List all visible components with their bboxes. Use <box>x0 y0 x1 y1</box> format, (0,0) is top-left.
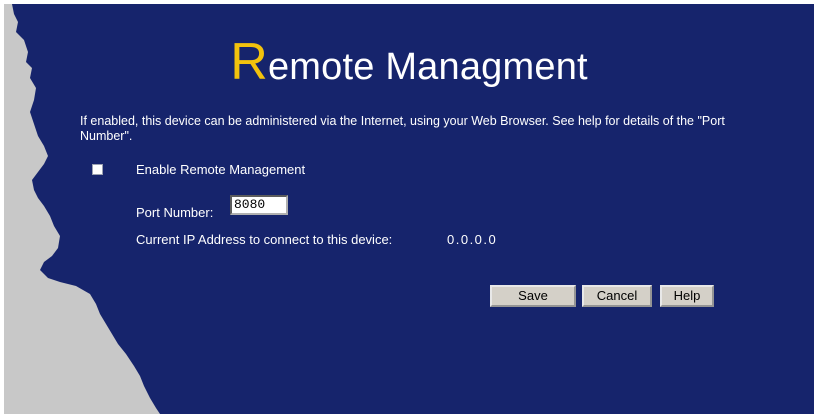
current-ip-value: 0.0.0.0 <box>447 232 498 247</box>
port-number-label: Port Number: <box>136 205 214 220</box>
current-ip-label: Current IP Address to connect to this de… <box>136 232 393 247</box>
save-button[interactable]: Save <box>490 285 576 307</box>
description-text: If enabled, this device can be administe… <box>80 114 725 143</box>
cancel-button[interactable]: Cancel <box>582 285 652 307</box>
help-button[interactable]: Help <box>660 285 714 307</box>
page-title: Remote Managment <box>4 36 814 89</box>
title-rest: emote Managment <box>267 46 588 88</box>
enable-remote-checkbox[interactable] <box>92 164 103 175</box>
title-first-letter: R <box>230 33 268 91</box>
port-number-input[interactable]: 8080 <box>230 195 288 215</box>
enable-remote-label: Enable Remote Management <box>136 162 306 177</box>
remote-management-panel: Remote Managment If enabled, this device… <box>4 4 814 414</box>
